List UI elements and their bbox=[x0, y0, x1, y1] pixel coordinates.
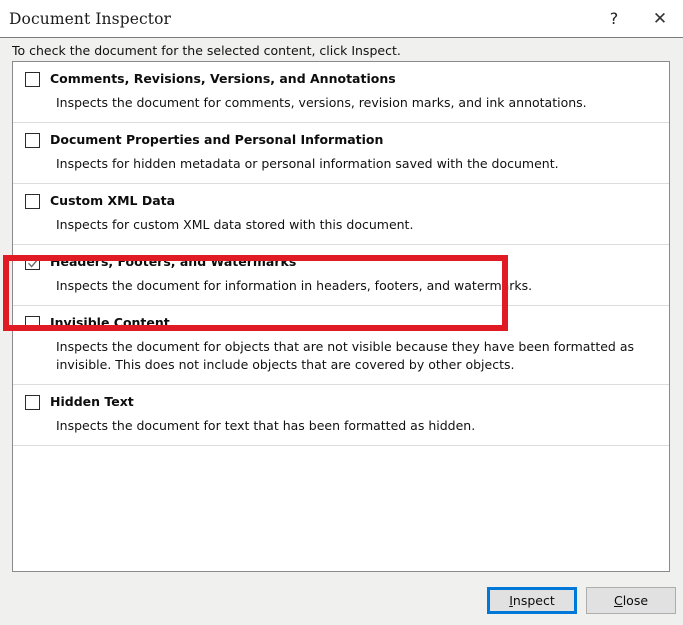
close-button-accel: C bbox=[614, 593, 623, 608]
item-title: Document Properties and Personal Informa… bbox=[50, 132, 383, 147]
checkbox-invisible-content[interactable] bbox=[25, 316, 40, 331]
item-description: Inspects for hidden metadata or personal… bbox=[56, 155, 648, 173]
checkbox-custom-xml-data[interactable] bbox=[25, 194, 40, 209]
close-dialog-button[interactable]: Close bbox=[586, 587, 676, 614]
inspect-button[interactable]: Inspect bbox=[487, 587, 577, 614]
dialog-button-row: Inspect Close bbox=[0, 586, 683, 616]
checkbox-headers-footers-watermarks[interactable] bbox=[25, 255, 40, 270]
list-item[interactable]: Comments, Revisions, Versions, and Annot… bbox=[13, 62, 669, 123]
list-item[interactable]: Hidden Text Inspects the document for te… bbox=[13, 385, 669, 446]
title-bar-separator bbox=[0, 37, 683, 38]
item-header: Document Properties and Personal Informa… bbox=[19, 132, 659, 148]
item-description: Inspects the document for comments, vers… bbox=[56, 94, 648, 112]
checkbox-comments-revisions-versions-annotations[interactable] bbox=[25, 72, 40, 87]
list-item[interactable]: Document Properties and Personal Informa… bbox=[13, 123, 669, 184]
window-title: Document Inspector bbox=[9, 10, 171, 28]
item-title: Hidden Text bbox=[50, 394, 134, 409]
checkbox-document-properties-personal-information[interactable] bbox=[25, 133, 40, 148]
close-icon: ✕ bbox=[653, 9, 667, 29]
item-title: Invisible Content bbox=[50, 315, 170, 330]
question-mark-icon: ? bbox=[610, 9, 619, 28]
inspect-button-label: nspect bbox=[513, 593, 555, 608]
item-header: Hidden Text bbox=[19, 394, 659, 410]
title-bar-controls: ? ✕ bbox=[591, 0, 683, 37]
close-button-label: lose bbox=[623, 593, 648, 608]
list-item[interactable]: Custom XML Data Inspects for custom XML … bbox=[13, 184, 669, 245]
item-title: Headers, Footers, and Watermarks bbox=[50, 254, 296, 269]
item-description: Inspects the document for text that has … bbox=[56, 417, 648, 435]
item-description: Inspects for custom XML data stored with… bbox=[56, 216, 648, 234]
item-header: Invisible Content bbox=[19, 315, 659, 331]
item-description: Inspects the document for information in… bbox=[56, 277, 648, 295]
checkmark-icon bbox=[27, 257, 40, 270]
item-header: Comments, Revisions, Versions, and Annot… bbox=[19, 71, 659, 87]
checkbox-hidden-text[interactable] bbox=[25, 395, 40, 410]
inspector-items-list[interactable]: Comments, Revisions, Versions, and Annot… bbox=[12, 61, 670, 572]
instruction-text: To check the document for the selected c… bbox=[12, 43, 401, 58]
title-bar: Document Inspector ? ✕ bbox=[0, 0, 683, 37]
close-button[interactable]: ✕ bbox=[637, 0, 683, 37]
list-item-selected[interactable]: Headers, Footers, and Watermarks Inspect… bbox=[13, 245, 669, 306]
item-header: Headers, Footers, and Watermarks bbox=[19, 254, 659, 270]
item-header: Custom XML Data bbox=[19, 193, 659, 209]
list-item[interactable]: Invisible Content Inspects the document … bbox=[13, 306, 669, 385]
item-title: Custom XML Data bbox=[50, 193, 175, 208]
item-title: Comments, Revisions, Versions, and Annot… bbox=[50, 71, 396, 86]
help-button[interactable]: ? bbox=[591, 0, 637, 37]
item-description: Inspects the document for objects that a… bbox=[56, 338, 648, 374]
